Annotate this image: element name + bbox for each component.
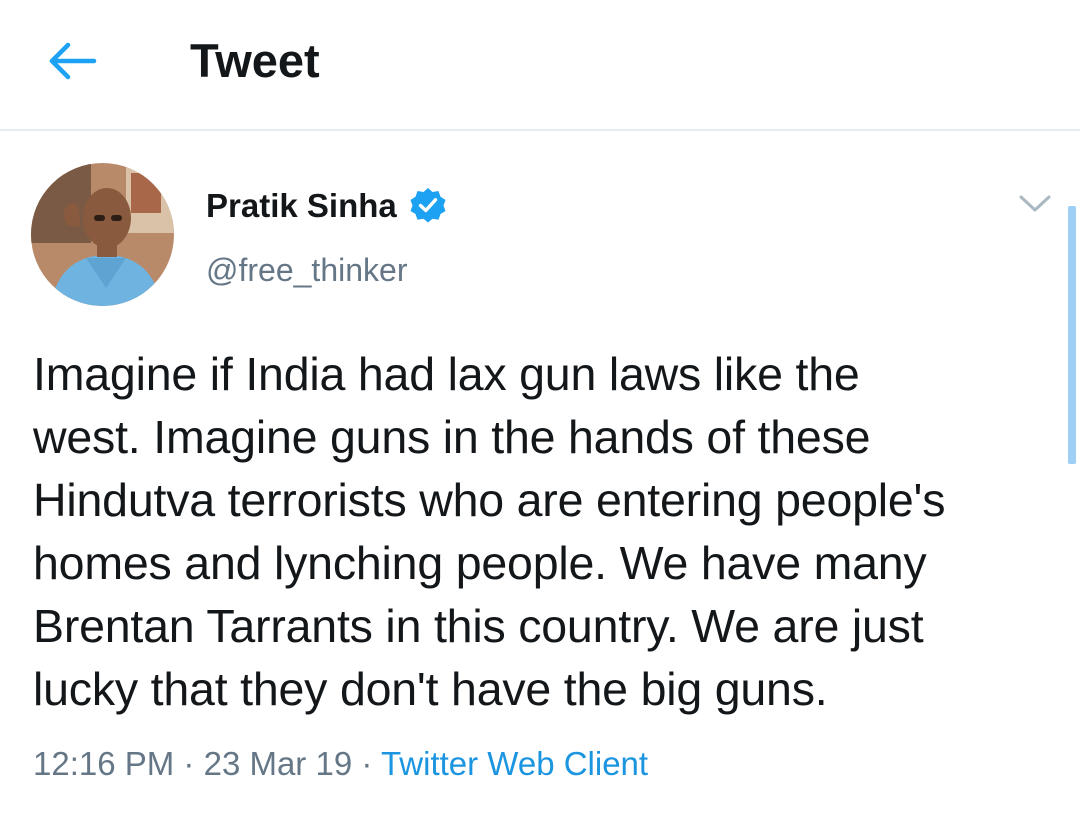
tweet-time: 12:16 PM <box>33 745 175 782</box>
chevron-down-icon[interactable] <box>1016 190 1054 218</box>
arrow-left-icon <box>49 42 97 80</box>
back-button[interactable] <box>44 36 104 86</box>
meta-separator: · <box>183 745 195 782</box>
avatar[interactable] <box>31 163 174 306</box>
tweet-metadata: 12:16 PM · 23 Mar 19 · Twitter Web Clien… <box>33 743 648 785</box>
meta-separator: · <box>361 745 373 782</box>
tweet-client-link[interactable]: Twitter Web Client <box>381 745 648 782</box>
tweet-text: Imagine if India had lax gun laws like t… <box>33 348 946 715</box>
verified-badge-icon <box>410 188 446 223</box>
top-bar: Tweet <box>0 0 1080 131</box>
author-handle[interactable]: @free_thinker <box>206 250 407 290</box>
author-display-name[interactable]: Pratik Sinha <box>206 186 397 226</box>
tweet-date: 23 Mar 19 <box>203 745 353 782</box>
page-title: Tweet <box>190 34 320 87</box>
scroll-indicator <box>1068 206 1076 464</box>
avatar-image <box>31 163 174 306</box>
